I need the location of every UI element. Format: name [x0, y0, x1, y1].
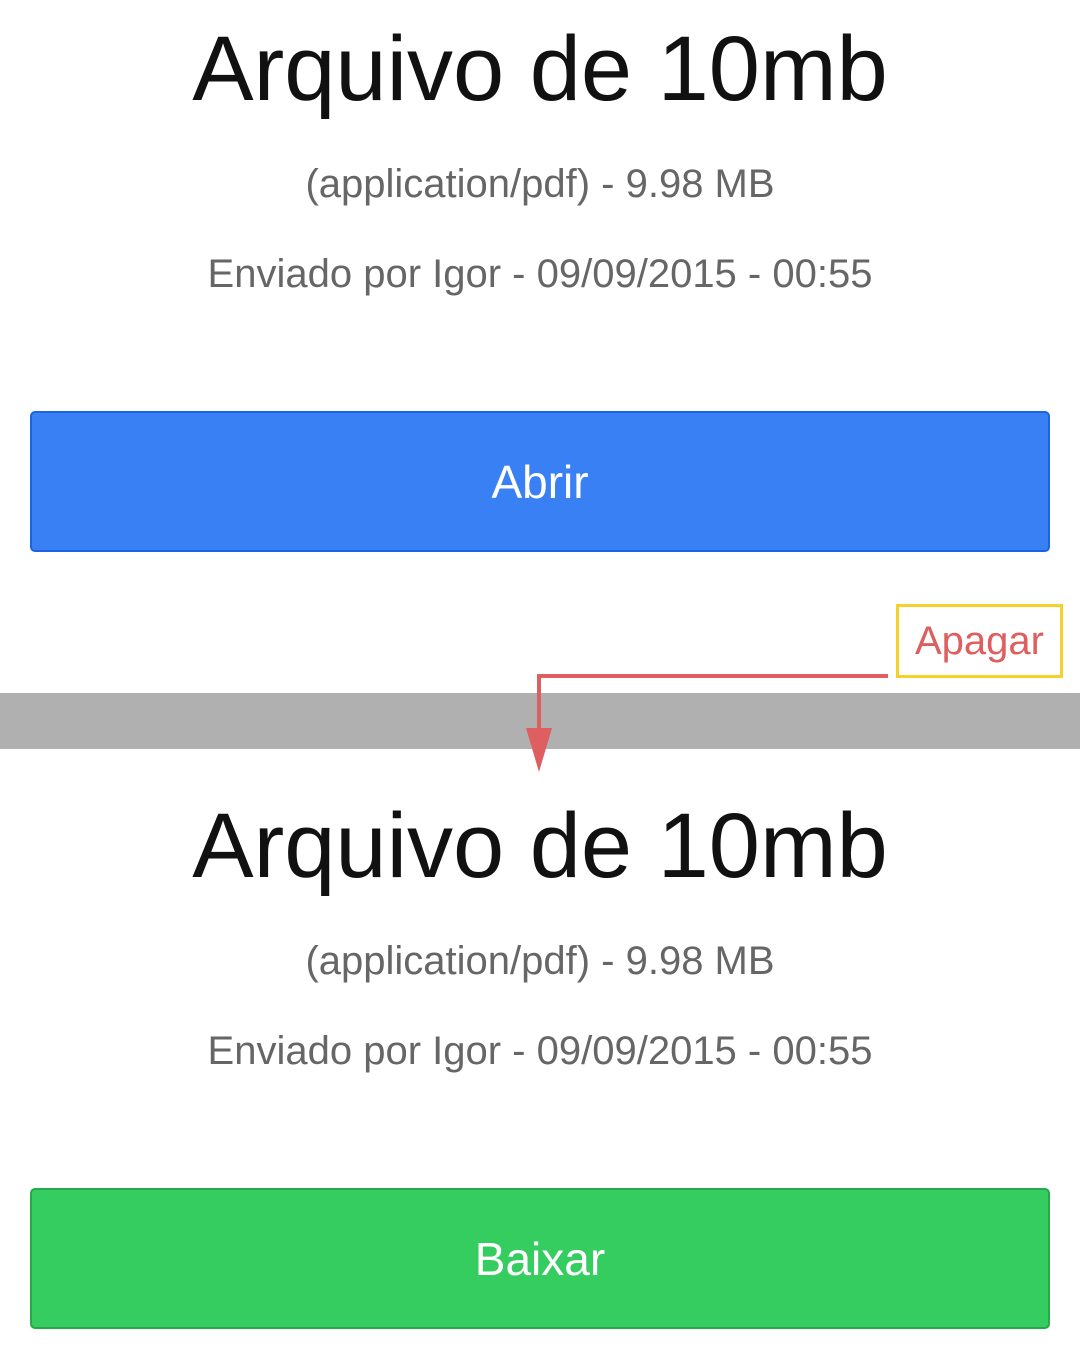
file-type-size: (application/pdf) - 9.98 MB: [305, 939, 775, 983]
file-type-size: (application/pdf) - 9.98 MB: [305, 162, 775, 206]
file-sender-date: Enviado por Igor - 09/09/2015 - 00:55: [207, 252, 873, 296]
file-card-open: Arquivo de 10mb (application/pdf) - 9.98…: [0, 0, 1080, 693]
file-title: Arquivo de 10mb: [192, 795, 888, 897]
file-card-download: Arquivo de 10mb (application/pdf) - 9.98…: [0, 749, 1080, 1365]
file-title: Arquivo de 10mb: [192, 18, 888, 120]
file-sender-date: Enviado por Igor - 09/09/2015 - 00:55: [207, 1029, 873, 1073]
section-divider: [0, 693, 1080, 749]
open-button[interactable]: Abrir: [30, 411, 1050, 552]
delete-callout[interactable]: Apagar: [896, 604, 1063, 678]
download-button[interactable]: Baixar: [30, 1188, 1050, 1329]
